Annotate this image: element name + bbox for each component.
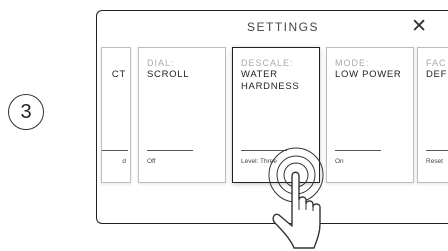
settings-header: SETTINGS ✕ bbox=[97, 11, 448, 43]
card-status: Off bbox=[147, 158, 156, 165]
setting-card-dial[interactable]: DIAL: SCROLL Off bbox=[138, 47, 226, 183]
card-value: DEF bbox=[426, 69, 448, 80]
card-label: DIAL: bbox=[147, 58, 175, 68]
card-divider bbox=[147, 150, 193, 151]
card-label: DESCALE: bbox=[241, 58, 294, 68]
setting-card-factory-default[interactable]: FAC DEF Reset bbox=[417, 47, 448, 183]
setting-card-clipped-left[interactable]: CT d bbox=[101, 47, 131, 183]
card-divider bbox=[426, 150, 448, 151]
card-value: SCROLL bbox=[147, 69, 190, 80]
page-title: SETTINGS bbox=[246, 20, 319, 34]
hand-tap-icon bbox=[268, 147, 324, 249]
card-status: Reset bbox=[426, 158, 443, 165]
card-divider bbox=[102, 150, 128, 151]
step-number-badge: 3 bbox=[8, 94, 44, 130]
close-icon[interactable]: ✕ bbox=[411, 16, 427, 38]
card-label: MODE: bbox=[335, 58, 370, 68]
card-value: CT bbox=[111, 69, 126, 80]
card-value: WATER HARDNESS bbox=[241, 69, 300, 92]
card-label: FAC bbox=[426, 58, 447, 68]
card-value: LOW POWER bbox=[335, 69, 402, 80]
card-status: d bbox=[122, 158, 126, 165]
